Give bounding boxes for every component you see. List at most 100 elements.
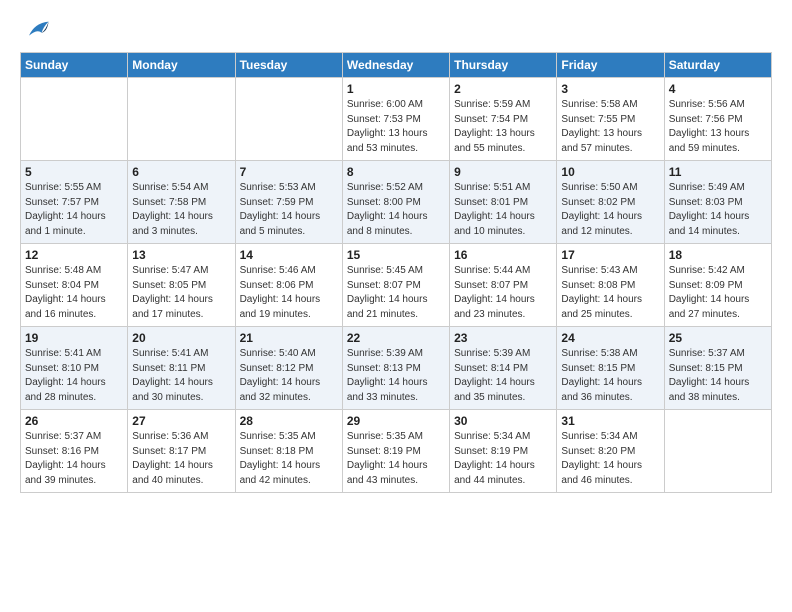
day-number: 7 bbox=[240, 165, 338, 179]
week-row-3: 12Sunrise: 5:48 AM Sunset: 8:04 PM Dayli… bbox=[21, 244, 772, 327]
day-detail: Sunrise: 5:45 AM Sunset: 8:07 PM Dayligh… bbox=[347, 264, 445, 322]
day-number: 22 bbox=[347, 331, 445, 345]
day-detail: Sunrise: 5:41 AM Sunset: 8:10 PM Dayligh… bbox=[25, 347, 123, 405]
day-detail: Sunrise: 5:56 AM Sunset: 7:56 PM Dayligh… bbox=[669, 98, 767, 156]
day-detail: Sunrise: 5:36 AM Sunset: 8:17 PM Dayligh… bbox=[132, 430, 230, 488]
week-row-1: 1 Sunrise: 6:00 AM Sunset: 7:53 PM Daylig… bbox=[21, 78, 772, 161]
day-detail: Sunrise: 5:38 AM Sunset: 8:15 PM Dayligh… bbox=[561, 347, 659, 405]
day-cell: 21 Sunrise: 5:40 AM Sunset: 8:12 PM Dayli… bbox=[235, 327, 342, 410]
day-detail: Sunrise: 5:53 AM Sunset: 7:59 PM Dayligh… bbox=[240, 181, 338, 239]
day-number: 1 bbox=[347, 82, 445, 96]
day-number: 23 bbox=[454, 331, 552, 345]
day-detail: Sunrise: 5:37 AM Sunset: 8:15 PM Dayligh… bbox=[669, 347, 767, 405]
day-number: 8 bbox=[347, 165, 445, 179]
col-header-friday: Friday bbox=[557, 53, 664, 78]
day-cell: 28 Sunrise: 5:35 AM Sunset: 8:18 PM Dayli… bbox=[235, 410, 342, 493]
day-cell: 20 Sunrise: 5:41 AM Sunset: 8:11 PM Dayli… bbox=[128, 327, 235, 410]
day-cell: 15 Sunrise: 5:45 AM Sunset: 8:07 PM Dayli… bbox=[342, 244, 449, 327]
day-cell: 26 Sunrise: 5:37 AM Sunset: 8:16 PM Dayli… bbox=[21, 410, 128, 493]
day-number: 16 bbox=[454, 248, 552, 262]
day-number: 11 bbox=[669, 165, 767, 179]
day-number: 3 bbox=[561, 82, 659, 96]
col-header-thursday: Thursday bbox=[450, 53, 557, 78]
col-header-wednesday: Wednesday bbox=[342, 53, 449, 78]
day-cell: 10 Sunrise: 5:50 AM Sunset: 8:02 PM Dayli… bbox=[557, 161, 664, 244]
day-detail: Sunrise: 5:34 AM Sunset: 8:20 PM Dayligh… bbox=[561, 430, 659, 488]
day-cell: 13 Sunrise: 5:47 AM Sunset: 8:05 PM Dayli… bbox=[128, 244, 235, 327]
day-cell: 11 Sunrise: 5:49 AM Sunset: 8:03 PM Dayli… bbox=[664, 161, 771, 244]
day-detail: Sunrise: 5:44 AM Sunset: 8:07 PM Dayligh… bbox=[454, 264, 552, 322]
day-detail: Sunrise: 5:35 AM Sunset: 8:19 PM Dayligh… bbox=[347, 430, 445, 488]
day-cell bbox=[21, 78, 128, 161]
day-cell: 17 Sunrise: 5:43 AM Sunset: 8:08 PM Dayli… bbox=[557, 244, 664, 327]
day-number: 20 bbox=[132, 331, 230, 345]
day-detail: Sunrise: 5:55 AM Sunset: 7:57 PM Dayligh… bbox=[25, 181, 123, 239]
day-detail: Sunrise: 5:43 AM Sunset: 8:08 PM Dayligh… bbox=[561, 264, 659, 322]
day-cell bbox=[235, 78, 342, 161]
logo bbox=[20, 16, 50, 44]
day-detail: Sunrise: 6:00 AM Sunset: 7:53 PM Dayligh… bbox=[347, 98, 445, 156]
day-cell bbox=[664, 410, 771, 493]
day-number: 12 bbox=[25, 248, 123, 262]
day-cell: 31 Sunrise: 5:34 AM Sunset: 8:20 PM Dayli… bbox=[557, 410, 664, 493]
day-detail: Sunrise: 5:52 AM Sunset: 8:00 PM Dayligh… bbox=[347, 181, 445, 239]
day-cell: 1 Sunrise: 6:00 AM Sunset: 7:53 PM Daylig… bbox=[342, 78, 449, 161]
header bbox=[20, 16, 772, 44]
day-number: 2 bbox=[454, 82, 552, 96]
day-number: 13 bbox=[132, 248, 230, 262]
day-number: 9 bbox=[454, 165, 552, 179]
day-cell: 8 Sunrise: 5:52 AM Sunset: 8:00 PM Daylig… bbox=[342, 161, 449, 244]
day-cell: 6 Sunrise: 5:54 AM Sunset: 7:58 PM Daylig… bbox=[128, 161, 235, 244]
day-number: 21 bbox=[240, 331, 338, 345]
day-detail: Sunrise: 5:47 AM Sunset: 8:05 PM Dayligh… bbox=[132, 264, 230, 322]
day-number: 26 bbox=[25, 414, 123, 428]
day-number: 27 bbox=[132, 414, 230, 428]
day-number: 5 bbox=[25, 165, 123, 179]
col-header-saturday: Saturday bbox=[664, 53, 771, 78]
day-cell: 3 Sunrise: 5:58 AM Sunset: 7:55 PM Daylig… bbox=[557, 78, 664, 161]
day-number: 31 bbox=[561, 414, 659, 428]
day-detail: Sunrise: 5:42 AM Sunset: 8:09 PM Dayligh… bbox=[669, 264, 767, 322]
day-detail: Sunrise: 5:49 AM Sunset: 8:03 PM Dayligh… bbox=[669, 181, 767, 239]
day-detail: Sunrise: 5:39 AM Sunset: 8:13 PM Dayligh… bbox=[347, 347, 445, 405]
day-number: 19 bbox=[25, 331, 123, 345]
day-number: 30 bbox=[454, 414, 552, 428]
day-cell: 29 Sunrise: 5:35 AM Sunset: 8:19 PM Dayli… bbox=[342, 410, 449, 493]
calendar-table: SundayMondayTuesdayWednesdayThursdayFrid… bbox=[20, 52, 772, 493]
day-detail: Sunrise: 5:51 AM Sunset: 8:01 PM Dayligh… bbox=[454, 181, 552, 239]
day-detail: Sunrise: 5:41 AM Sunset: 8:11 PM Dayligh… bbox=[132, 347, 230, 405]
day-cell: 23 Sunrise: 5:39 AM Sunset: 8:14 PM Dayli… bbox=[450, 327, 557, 410]
day-detail: Sunrise: 5:35 AM Sunset: 8:18 PM Dayligh… bbox=[240, 430, 338, 488]
day-cell: 24 Sunrise: 5:38 AM Sunset: 8:15 PM Dayli… bbox=[557, 327, 664, 410]
day-detail: Sunrise: 5:39 AM Sunset: 8:14 PM Dayligh… bbox=[454, 347, 552, 405]
day-detail: Sunrise: 5:37 AM Sunset: 8:16 PM Dayligh… bbox=[25, 430, 123, 488]
col-header-monday: Monday bbox=[128, 53, 235, 78]
day-detail: Sunrise: 5:58 AM Sunset: 7:55 PM Dayligh… bbox=[561, 98, 659, 156]
day-detail: Sunrise: 5:54 AM Sunset: 7:58 PM Dayligh… bbox=[132, 181, 230, 239]
day-number: 24 bbox=[561, 331, 659, 345]
day-cell: 27 Sunrise: 5:36 AM Sunset: 8:17 PM Dayli… bbox=[128, 410, 235, 493]
day-number: 25 bbox=[669, 331, 767, 345]
logo-bird-icon bbox=[22, 16, 50, 44]
day-cell: 30Sunrise: 5:34 AM Sunset: 8:19 PM Dayli… bbox=[450, 410, 557, 493]
day-detail: Sunrise: 5:50 AM Sunset: 8:02 PM Dayligh… bbox=[561, 181, 659, 239]
day-number: 6 bbox=[132, 165, 230, 179]
day-detail: Sunrise: 5:40 AM Sunset: 8:12 PM Dayligh… bbox=[240, 347, 338, 405]
day-number: 28 bbox=[240, 414, 338, 428]
day-cell: 18Sunrise: 5:42 AM Sunset: 8:09 PM Dayli… bbox=[664, 244, 771, 327]
week-row-2: 5 Sunrise: 5:55 AM Sunset: 7:57 PM Daylig… bbox=[21, 161, 772, 244]
day-detail: Sunrise: 5:46 AM Sunset: 8:06 PM Dayligh… bbox=[240, 264, 338, 322]
day-cell: 7 Sunrise: 5:53 AM Sunset: 7:59 PM Daylig… bbox=[235, 161, 342, 244]
day-cell: 22 Sunrise: 5:39 AM Sunset: 8:13 PM Dayli… bbox=[342, 327, 449, 410]
day-cell bbox=[128, 78, 235, 161]
day-number: 29 bbox=[347, 414, 445, 428]
day-cell: 2Sunrise: 5:59 AM Sunset: 7:54 PM Daylig… bbox=[450, 78, 557, 161]
day-number: 15 bbox=[347, 248, 445, 262]
calendar-header-row: SundayMondayTuesdayWednesdayThursdayFrid… bbox=[21, 53, 772, 78]
week-row-4: 19 Sunrise: 5:41 AM Sunset: 8:10 PM Dayli… bbox=[21, 327, 772, 410]
day-number: 17 bbox=[561, 248, 659, 262]
day-number: 10 bbox=[561, 165, 659, 179]
day-cell: 16 Sunrise: 5:44 AM Sunset: 8:07 PM Dayli… bbox=[450, 244, 557, 327]
day-cell: 19 Sunrise: 5:41 AM Sunset: 8:10 PM Dayli… bbox=[21, 327, 128, 410]
col-header-tuesday: Tuesday bbox=[235, 53, 342, 78]
